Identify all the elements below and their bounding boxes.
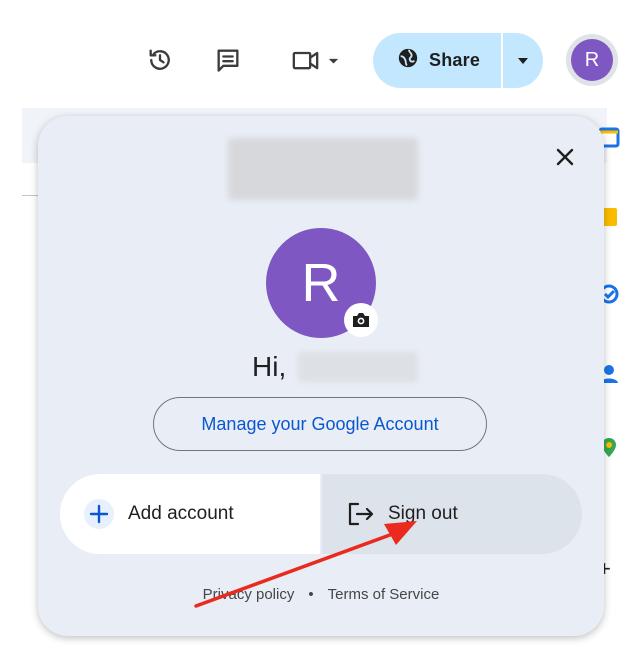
close-button[interactable] <box>548 140 582 174</box>
add-account-button[interactable]: Add account <box>60 474 320 554</box>
name-redacted <box>298 352 419 382</box>
greeting-row: Hi, <box>252 349 419 385</box>
privacy-policy-link[interactable]: Privacy policy <box>203 586 295 603</box>
meet-icon[interactable] <box>286 40 346 80</box>
comment-icon[interactable] <box>208 40 248 80</box>
add-account-label: Add account <box>128 503 234 524</box>
sign-out-label: Sign out <box>388 503 458 524</box>
share-label: Share <box>429 50 481 70</box>
camera-icon <box>353 313 369 327</box>
avatar-letter: R <box>571 39 613 81</box>
change-photo-button[interactable] <box>344 303 378 337</box>
share-button[interactable]: Share <box>373 33 543 88</box>
footer-separator: • <box>308 586 314 603</box>
account-avatar-button[interactable]: R <box>566 34 618 86</box>
history-icon[interactable] <box>140 40 180 80</box>
share-dropdown-button[interactable] <box>503 33 543 88</box>
top-toolbar: Share R <box>0 0 625 108</box>
greeting-text: Hi, <box>252 351 287 382</box>
account-panel: R Hi, Manage your Google Account Add acc… <box>38 116 604 636</box>
plus-icon <box>84 499 114 529</box>
globe-icon <box>397 47 419 74</box>
share-main[interactable]: Share <box>373 33 501 88</box>
logout-icon <box>346 499 376 529</box>
close-icon <box>556 148 574 166</box>
manage-account-button[interactable]: Manage your Google Account <box>153 397 487 451</box>
sign-out-button[interactable]: Sign out <box>322 474 582 554</box>
terms-of-service-link[interactable]: Terms of Service <box>328 586 440 603</box>
caret-down-icon <box>518 57 528 64</box>
panel-footer: Privacy policy • Terms of Service <box>38 586 604 603</box>
account-actions: Add account Sign out <box>60 474 582 554</box>
email-redacted <box>228 138 418 200</box>
